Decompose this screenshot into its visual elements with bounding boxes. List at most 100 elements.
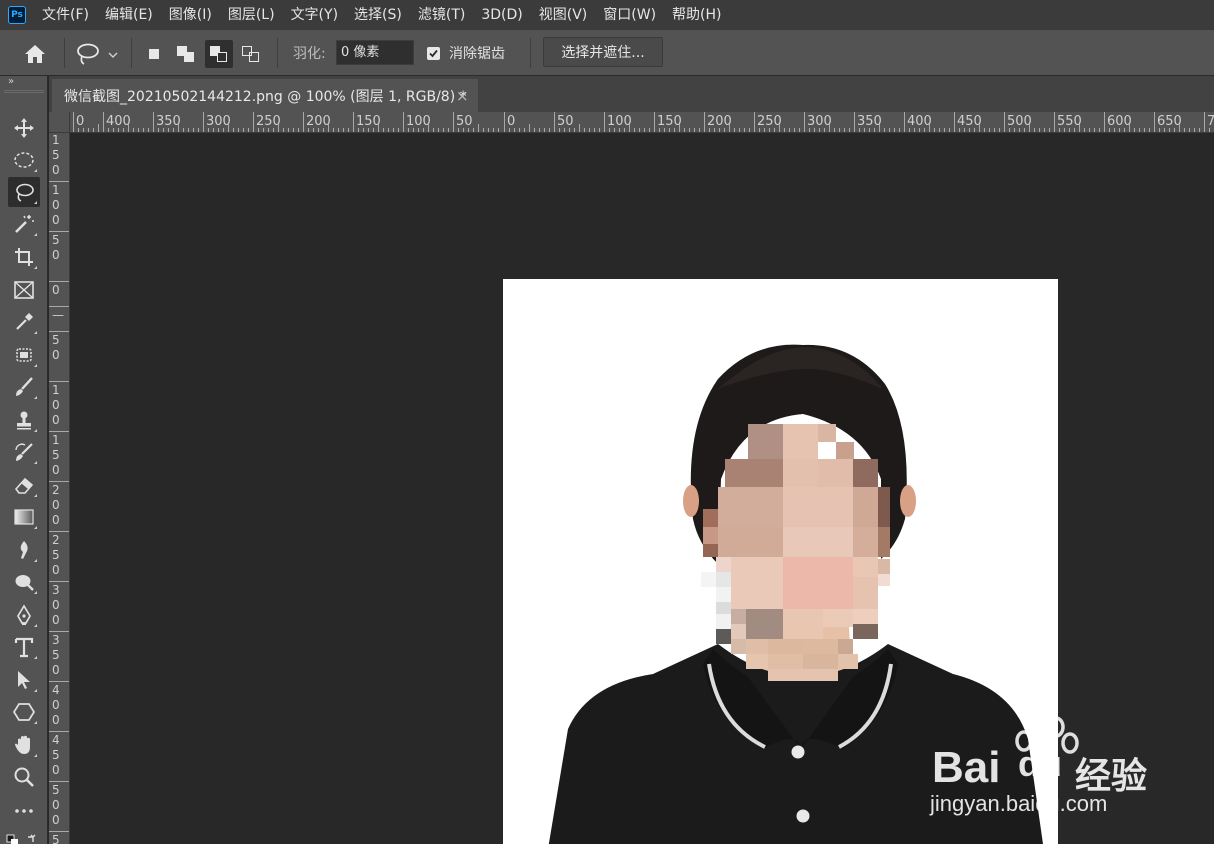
menu-view[interactable]: 视图(V) [531, 0, 596, 30]
ruler-label-digit: 2 [52, 483, 60, 497]
ruler-minor-tick [243, 128, 244, 132]
ruler-minor-tick [1094, 128, 1095, 132]
mosaic-block [731, 639, 746, 654]
ruler-minor-tick [1174, 128, 1175, 132]
photoshop-logo-icon[interactable]: Ps [8, 6, 26, 24]
intersect-selection-button[interactable] [237, 40, 265, 68]
ruler-label-digit: 5 [52, 748, 60, 762]
ruler-minor-tick [949, 128, 950, 132]
ruler-minor-tick [879, 124, 880, 132]
tool-preset-picker[interactable] [74, 40, 124, 68]
blur-icon[interactable] [8, 535, 40, 565]
menu-edit[interactable]: 编辑(E) [97, 0, 161, 30]
patch-icon[interactable] [8, 340, 40, 370]
mosaic-block [768, 639, 803, 654]
menu-filter[interactable]: 滤镜(T) [410, 0, 473, 30]
move-icon[interactable] [8, 113, 40, 143]
ruler-minor-tick [223, 128, 224, 132]
vertical-ruler[interactable]: 1 5 0 1 0 0 5 0 0—5 0 1 0 0 1 5 0 2 0 0 2 5 0 3 0 0 3 5 0 4 0 0 4 5 0 5 0 0 5 [49, 133, 70, 844]
ruler-major-tick [754, 112, 755, 132]
eraser-icon[interactable] [8, 470, 40, 500]
ruler-minor-tick [1169, 128, 1170, 132]
history-brush-icon[interactable] [8, 437, 40, 467]
ruler-minor-tick [594, 128, 595, 132]
subtract-from-selection-button[interactable] [205, 40, 233, 68]
ruler-minor-tick [1049, 128, 1050, 132]
mosaic-block [836, 442, 854, 459]
menu-layer[interactable]: 图层(L) [220, 0, 283, 30]
menu-3d[interactable]: 3D(D) [473, 0, 530, 30]
toolbar-grip-bar[interactable] [4, 90, 44, 93]
select-and-mask-button[interactable]: 选择并遮住... [543, 37, 663, 67]
ruler-minor-tick [734, 128, 735, 132]
hand-icon[interactable] [8, 730, 40, 760]
ruler-origin[interactable] [49, 112, 70, 133]
ruler-minor-tick [959, 128, 960, 132]
pen-icon[interactable] [8, 600, 40, 630]
ruler-major-tick [49, 281, 69, 282]
crop-icon[interactable] [8, 242, 40, 272]
menu-file[interactable]: 文件(F) [34, 0, 97, 30]
dodge-icon[interactable] [8, 567, 40, 597]
brush-icon[interactable] [8, 372, 40, 402]
ruler-minor-tick [794, 128, 795, 132]
ruler-minor-tick [744, 128, 745, 132]
feather-input[interactable]: 0 像素 [336, 40, 414, 65]
ruler-minor-tick [238, 128, 239, 132]
ruler-minor-tick [719, 128, 720, 132]
antialias-label: 消除锯齿 [449, 46, 505, 62]
ruler-minor-tick [674, 128, 675, 132]
ruler-major-tick [704, 112, 705, 132]
more-icon[interactable] [8, 795, 40, 825]
ruler-minor-tick [268, 128, 269, 132]
type-icon[interactable] [8, 632, 40, 662]
ruler-minor-tick [398, 128, 399, 132]
document-tab[interactable]: 微信截图_20210502144212.png @ 100% (图层 1, RG… [52, 79, 478, 112]
menu-select[interactable]: 选择(S) [346, 0, 410, 30]
collapse-toolbar-icon[interactable]: » [8, 76, 14, 87]
ruler-minor-tick [338, 128, 339, 132]
eyedropper-icon[interactable] [8, 307, 40, 337]
ruler-minor-tick [428, 124, 429, 132]
shape-icon[interactable] [8, 697, 40, 727]
menu-window[interactable]: 窗口(W) [595, 0, 664, 30]
mosaic-block [716, 587, 731, 602]
menu-type[interactable]: 文字(Y) [283, 0, 346, 30]
color-swatch-icon[interactable] [6, 831, 42, 844]
add-to-selection-button[interactable] [172, 40, 200, 68]
lasso-icon[interactable] [8, 177, 40, 207]
path-select-icon[interactable] [8, 665, 40, 695]
ruler-minor-tick [1109, 128, 1110, 132]
ruler-minor-tick [78, 128, 79, 132]
ruler-minor-tick [614, 128, 615, 132]
magic-wand-icon[interactable] [8, 209, 40, 239]
ruler-minor-tick [123, 128, 124, 132]
ruler-minor-tick [519, 128, 520, 132]
ruler-label-digit: 0 [52, 713, 60, 727]
new-selection-button[interactable] [140, 40, 168, 68]
ruler-minor-tick [478, 124, 479, 132]
ruler-minor-tick [1079, 124, 1080, 132]
menu-image[interactable]: 图像(I) [161, 0, 220, 30]
gradient-icon[interactable] [8, 502, 40, 532]
ruler-minor-tick [298, 128, 299, 132]
mosaic-block [853, 609, 878, 624]
ruler-major-tick [554, 112, 555, 132]
horizontal-ruler[interactable]: 0 400 350 300 250 200 150 100 50 0 50 100 150 200 250 3… [70, 112, 1214, 133]
menu-bar: Ps 文件(F) 编辑(E) 图像(I) 图层(L) 文字(Y) 选择(S) 滤… [0, 0, 1214, 30]
ruler-minor-tick [1129, 124, 1130, 132]
close-tab-icon[interactable]: × [456, 87, 469, 105]
zoom-icon[interactable] [8, 762, 40, 792]
menu-help[interactable]: 帮助(H) [664, 0, 729, 30]
mosaic-block [701, 572, 716, 587]
ruler-minor-tick [118, 128, 119, 132]
lasso-preset-icon [77, 43, 118, 65]
home-icon[interactable] [22, 42, 48, 66]
marquee-icon[interactable] [8, 145, 40, 175]
frame-icon[interactable] [8, 275, 40, 305]
document-tab-strip: 微信截图_20210502144212.png @ 100% (图层 1, RG… [49, 76, 1214, 112]
antialias-checkbox[interactable] [427, 47, 440, 60]
stamp-icon[interactable] [8, 405, 40, 435]
mosaic-block [818, 424, 836, 442]
ruler-minor-tick [939, 128, 940, 132]
